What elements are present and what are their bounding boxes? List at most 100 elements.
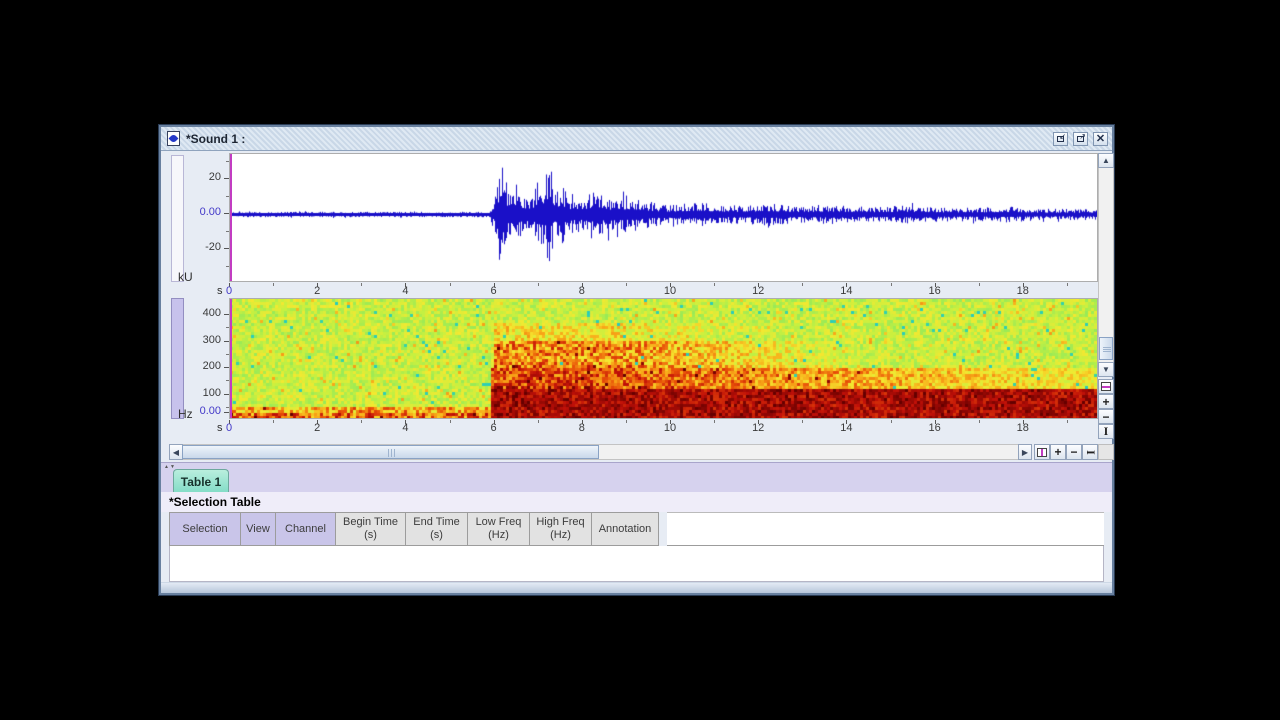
- window-titlebar[interactable]: *Sound 1 : ↙ ↗ ✕: [161, 127, 1112, 151]
- close-button[interactable]: ✕: [1093, 132, 1108, 146]
- zoom-all-horizontal-button[interactable]: [1034, 444, 1050, 460]
- playback-cursor-spectrogram[interactable]: [230, 299, 232, 418]
- spectrogram-y-unit: Hz: [178, 407, 193, 421]
- maximize-arrow-icon: ↗: [1079, 133, 1086, 141]
- axis-minor-tick: [450, 420, 451, 423]
- minus-icon: −: [1070, 445, 1077, 459]
- axis-minor-tick: [802, 283, 803, 286]
- axis-tick-label: 8: [570, 422, 594, 434]
- axis-tick-label: 2: [305, 422, 329, 434]
- column-header-selection[interactable]: Selection: [169, 512, 241, 546]
- axis-minor-tick: [538, 420, 539, 423]
- window-controls: ↙ ↗ ✕: [1053, 132, 1108, 146]
- column-unit: (Hz): [488, 529, 509, 542]
- axis-minor-tick: [891, 283, 892, 286]
- spectrogram-time-axis: s024681012141618: [229, 420, 1098, 434]
- column-label: Channel: [285, 523, 326, 536]
- zoom-all-icon: [1101, 382, 1111, 391]
- axis-tick-label: 14: [834, 285, 858, 297]
- window-bottom-frame: [161, 582, 1112, 593]
- column-label: View: [246, 523, 270, 536]
- minimize-button[interactable]: ↙: [1053, 132, 1068, 146]
- zoom-in-horizontal-button[interactable]: +: [1050, 444, 1066, 460]
- zoom-selection-horizontal-button[interactable]: I: [1082, 444, 1098, 460]
- axis-minor-tick: [714, 420, 715, 423]
- playback-cursor[interactable]: [230, 154, 232, 281]
- plus-icon: +: [1054, 445, 1061, 459]
- vertical-scrollbar-thumb[interactable]: [1099, 337, 1113, 360]
- axis-tick-label: 16: [923, 285, 947, 297]
- selection-table-header-filler: [667, 512, 1104, 546]
- screen-background: *Sound 1 : ↙ ↗ ✕ 200.00-20 kU: [0, 0, 1280, 720]
- zoom-in-vertical-button[interactable]: +: [1098, 394, 1114, 409]
- axis-tick-label: 12: [746, 285, 770, 297]
- axis-minor-tick: [1067, 420, 1068, 423]
- zoom-out-horizontal-button[interactable]: −: [1066, 444, 1082, 460]
- column-label: End Time: [413, 516, 459, 529]
- axis-minor-tick: [1067, 283, 1068, 286]
- axis-tick-label: 20: [185, 171, 221, 183]
- waveform-plot[interactable]: [229, 153, 1098, 282]
- column-header-annotation[interactable]: Annotation: [592, 512, 659, 546]
- thumb-grip-icon: [1103, 347, 1111, 352]
- minus-icon: −: [1102, 410, 1109, 424]
- scroll-left-icon: ◀: [173, 448, 179, 457]
- close-icon: ✕: [1096, 132, 1105, 145]
- window-title: *Sound 1 :: [186, 132, 245, 146]
- axis-tick-label: 16: [923, 422, 947, 434]
- minimize-arrow-icon: ↙: [1059, 133, 1066, 141]
- selection-table-title: *Selection Table: [169, 495, 261, 509]
- zoom-out-vertical-button[interactable]: −: [1098, 409, 1114, 424]
- axis-minor-tick: [361, 283, 362, 286]
- column-header-channel[interactable]: Channel: [276, 512, 336, 546]
- axis-tick-label: 6: [482, 285, 506, 297]
- column-label: Annotation: [599, 523, 652, 536]
- tab-table-1[interactable]: Table 1: [173, 469, 229, 493]
- axis-tick-label: 18: [1011, 285, 1035, 297]
- spectrogram-plot[interactable]: [229, 298, 1098, 419]
- sound-diamond-glyph: [169, 134, 179, 144]
- selection-table-body[interactable]: [169, 546, 1104, 582]
- scroll-right-button[interactable]: ▶: [1018, 444, 1032, 460]
- axis-tick-label: 14: [834, 422, 858, 434]
- waveform-canvas: [230, 154, 1097, 281]
- table-tabs-row: ▲▼ Table 1: [161, 462, 1112, 492]
- column-header-low-freq[interactable]: Low Freq(Hz): [468, 512, 530, 546]
- axis-minor-tick: [979, 420, 980, 423]
- horizontal-scrollbar[interactable]: ◀ ▶: [169, 444, 1032, 460]
- axis-tick-label: 4: [393, 422, 417, 434]
- axis-tick-label: 8: [570, 285, 594, 297]
- spectrogram-view-selector[interactable]: [171, 298, 184, 419]
- scroll-up-button[interactable]: ▲: [1098, 153, 1114, 168]
- column-unit: (s): [364, 529, 377, 542]
- waveform-y-axis: 200.00-20: [184, 153, 229, 282]
- axis-minor-tick: [450, 283, 451, 286]
- scroll-left-button[interactable]: ◀: [169, 444, 183, 460]
- zoom-selection-vertical-button[interactable]: I: [1098, 424, 1114, 439]
- scrollbar-corner: [1098, 444, 1114, 460]
- column-header-begin-time[interactable]: Begin Time(s): [336, 512, 406, 546]
- axis-tick-label: 10: [658, 285, 682, 297]
- axis-minor-tick: [273, 420, 274, 423]
- axis-minor-tick: [626, 283, 627, 286]
- scroll-right-icon: ▶: [1022, 448, 1028, 457]
- maximize-button[interactable]: ↗: [1073, 132, 1088, 146]
- plus-icon: +: [1102, 395, 1109, 409]
- ibeam-horizontal-icon: I: [1082, 450, 1097, 455]
- column-header-end-time[interactable]: End Time(s): [406, 512, 468, 546]
- column-header-high-freq[interactable]: High Freq(Hz): [530, 512, 592, 546]
- scroll-down-icon: ▼: [1102, 365, 1110, 374]
- zoom-all-vertical-button[interactable]: [1098, 379, 1114, 394]
- waveform-y-unit: kU: [178, 270, 193, 284]
- vertical-scrollbar[interactable]: ▲ ▼: [1098, 153, 1114, 377]
- axis-tick-label: 400: [185, 307, 221, 319]
- axis-tick-label: 4: [393, 285, 417, 297]
- column-header-view[interactable]: View: [241, 512, 276, 546]
- column-unit: (s): [430, 529, 443, 542]
- scroll-down-button[interactable]: ▼: [1098, 362, 1114, 377]
- waveform-view-selector[interactable]: [171, 155, 184, 282]
- horizontal-scrollbar-thumb[interactable]: [182, 445, 599, 459]
- axis-tick-label: 200: [185, 360, 221, 372]
- axis-tick-label: 12: [746, 422, 770, 434]
- axis-tick-label: 6: [482, 422, 506, 434]
